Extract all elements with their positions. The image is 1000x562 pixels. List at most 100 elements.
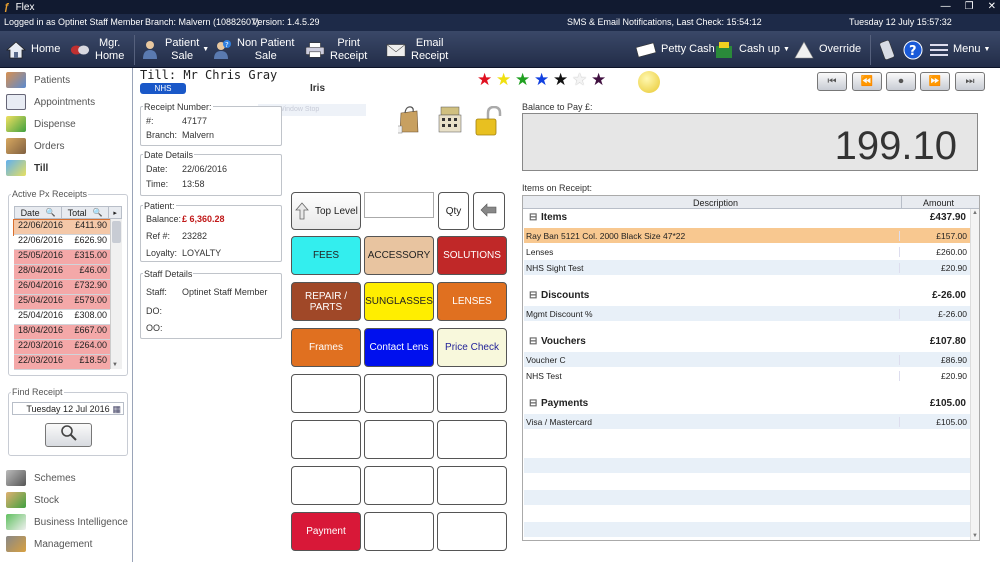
qty-button[interactable]: Qty [438,192,469,230]
help-button[interactable]: ? [903,31,928,68]
empty-grid-button[interactable] [437,512,507,551]
item-row[interactable]: NHS Sight Test £20.90 [524,260,970,275]
filter-icon[interactable]: 🔍 [46,208,56,217]
col-total-header[interactable]: Total 🔍 [62,207,110,218]
receipt-row[interactable]: 22/03/2016 £18.50 [14,355,110,370]
find-date-field[interactable]: Tuesday 12 Jul 2016 ▦ [12,402,124,415]
last-record-button[interactable]: ⏭ [955,72,985,91]
item-row[interactable]: Visa / Mastercard £105.00 [524,414,970,429]
chevron-down-icon[interactable]: ▼ [972,533,978,539]
category-button-price-check[interactable]: Price Check [437,328,507,367]
stop-button[interactable]: ⏺ [886,72,916,91]
petty-cash-button[interactable]: Petty Cash [636,31,715,68]
empty-grid-button[interactable] [364,420,434,459]
category-button-frames[interactable]: Frames [291,328,361,367]
receipt-row[interactable]: 26/04/2016 £732.90 [14,280,110,295]
sidebar-item-business-intelligence[interactable]: Business Intelligence [6,512,128,532]
empty-grid-button[interactable] [364,374,434,413]
non-patient-sale-button[interactable]: ? Non Patient Sale [212,31,294,68]
sidebar-item-patients[interactable]: Patients [6,70,70,90]
empty-grid-button[interactable] [291,420,361,459]
receipt-row[interactable]: 22/06/2016 £626.90 [14,235,110,250]
group-header-vouchers[interactable]: ⊟ Vouchers £107.80 [529,334,969,349]
find-receipt-button[interactable] [45,423,92,447]
backspace-button[interactable] [473,192,505,230]
empty-grid-button[interactable] [291,374,361,413]
empty-grid-button[interactable] [291,466,361,505]
chevron-up-icon[interactable]: ▲ [972,210,978,216]
group-header-discounts[interactable]: ⊟ Discounts £-26.00 [529,288,969,303]
star-icon[interactable]: ★ [572,70,587,90]
chevron-right-icon[interactable]: ▸ [109,207,121,218]
star-icon[interactable]: ★ [515,70,530,90]
email-receipt-button[interactable]: Email Receipt [386,31,448,68]
empty-grid-button[interactable] [437,466,507,505]
close-icon[interactable]: ✕ [988,1,996,12]
star-icon[interactable]: ★ [534,70,549,90]
receipt-row[interactable]: 25/04/2016 £579.00 [14,295,110,310]
empty-grid-button[interactable] [364,466,434,505]
chevron-down-icon[interactable]: ▼ [783,46,790,53]
sidebar-item-stock[interactable]: Stock [6,490,59,510]
minimize-icon[interactable]: — [941,1,951,12]
receipt-row[interactable]: 22/03/2016 £264.00 [14,340,110,355]
category-button-repair-parts[interactable]: REPAIR / PARTS [291,282,361,321]
star-icon[interactable]: ★ [591,70,606,90]
col-description-header[interactable]: Description [693,198,738,208]
previous-record-button[interactable]: ⏪ [852,72,882,91]
receipt-row[interactable]: 18/04/2016 £667.00 [14,325,110,340]
item-row[interactable]: NHS Test £20.90 [524,368,970,383]
chevron-down-icon[interactable]: ▼ [112,362,118,368]
empty-grid-button[interactable] [364,512,434,551]
item-row[interactable]: Voucher C £86.90 [524,352,970,367]
star-icon[interactable]: ★ [496,70,511,90]
filter-icon[interactable]: 🔍 [93,208,103,217]
category-button-fees[interactable]: FEES [291,236,361,275]
calendar-icon[interactable]: ▦ [112,403,121,415]
item-row[interactable]: Mgmt Discount % £-26.00 [524,306,970,321]
till-machine-icon[interactable] [437,106,463,134]
receipt-row[interactable]: 22/06/2016 £411.90 [13,219,111,236]
group-header-payments[interactable]: ⊟ Payments £105.00 [529,396,969,411]
sidebar-item-appointments[interactable]: Appointments [6,92,95,112]
item-row[interactable]: Lenses £260.00 [524,244,970,259]
category-button-contact-lens[interactable]: Contact Lens [364,328,434,367]
receipts-scrollbar[interactable]: ▼ [110,219,122,369]
menu-button[interactable]: Menu ▼ [930,31,990,68]
receipt-row[interactable]: 28/04/2016 £46.00 [14,265,110,280]
payment-button[interactable]: Payment [291,512,361,551]
sidebar-item-dispense[interactable]: Dispense [6,114,76,134]
mgr-home-button[interactable]: Mgr. Home [70,31,124,68]
group-header-items[interactable]: ⊟ Items £437.90 [529,210,969,225]
star-icon[interactable]: ★ [553,70,568,90]
print-receipt-button[interactable]: Print Receipt [305,31,367,68]
empty-grid-button[interactable] [437,374,507,413]
patient-sale-button[interactable]: Patient Sale ▼ [140,31,209,68]
collapse-icon[interactable]: ⊟ [529,212,541,223]
collapse-icon[interactable]: ⊟ [529,398,541,409]
phone-button[interactable] [877,31,902,68]
receipt-row[interactable]: 25/05/2016 £315.00 [14,250,110,265]
col-amount-header[interactable]: Amount [923,198,954,208]
top-level-button[interactable]: Top Level [291,192,361,230]
sidebar-item-orders[interactable]: Orders [6,136,65,156]
chevron-down-icon[interactable]: ▼ [202,46,209,53]
first-record-button[interactable]: ⏮ [817,72,847,91]
quantity-input[interactable] [364,192,434,218]
star-icon[interactable]: ★ [477,70,492,90]
sidebar-item-till[interactable]: Till [6,158,48,178]
collapse-icon[interactable]: ⊟ [529,290,541,301]
bag-icon[interactable] [394,104,420,134]
next-record-button[interactable]: ⏩ [920,72,950,91]
unlock-icon[interactable] [474,105,502,136]
collapse-icon[interactable]: ⊟ [529,336,541,347]
category-button-sunglasses[interactable]: SUNGLASSES [364,282,434,321]
empty-grid-button[interactable] [437,420,507,459]
sidebar-item-schemes[interactable]: Schemes [6,468,76,488]
scrollbar-thumb[interactable] [112,221,121,243]
receipt-row[interactable]: 25/04/2016 £308.00 [14,310,110,325]
col-date-header[interactable]: Date 🔍 [15,207,63,218]
override-button[interactable]: Override [794,31,861,68]
category-button-solutions[interactable]: SOLUTIONS [437,236,507,275]
category-button-lenses[interactable]: LENSES [437,282,507,321]
